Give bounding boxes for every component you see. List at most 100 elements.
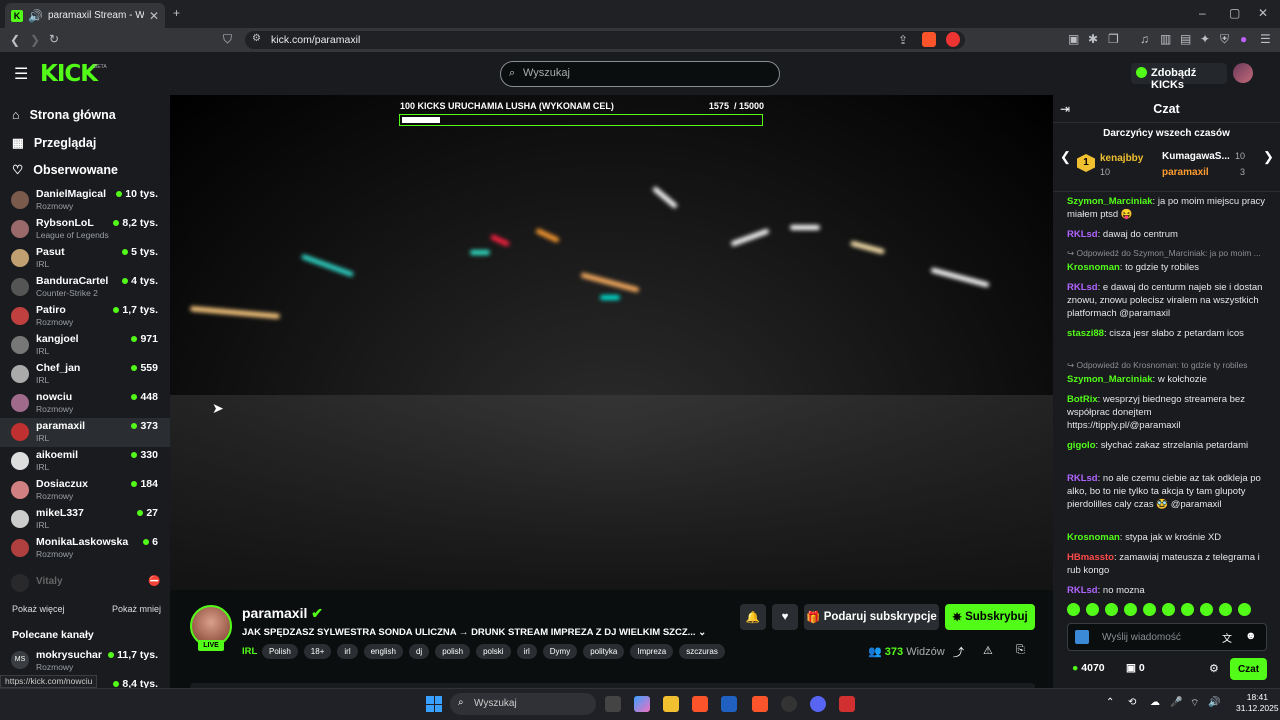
emote-icon[interactable] (1162, 603, 1175, 616)
vivaldi-icon[interactable] (839, 696, 855, 712)
chat-username[interactable]: RKLsd (1067, 282, 1098, 293)
recommended-avatar[interactable]: MS (11, 651, 29, 669)
emote-icon[interactable] (1124, 603, 1137, 616)
task-view-icon[interactable] (605, 696, 621, 712)
show-less-link[interactable]: Pokaż mniej (112, 604, 161, 614)
brave-rewards-icon[interactable] (946, 32, 960, 47)
nav-home[interactable]: ⌂ Strona główna (12, 108, 116, 122)
show-more-link[interactable]: Pokaż więcej (12, 604, 65, 614)
follow-button[interactable]: ♥ (772, 604, 798, 630)
browser-tab[interactable]: K 🔊 paramaxil Stream - Watch Liv ✕ (5, 3, 165, 28)
bookmark-icon[interactable]: ⛉ (223, 33, 232, 45)
chat-input[interactable]: Wyślij wiadomość (1067, 623, 1267, 651)
gifter-name[interactable]: paramaxil (1162, 167, 1209, 178)
chevron-left-icon[interactable]: ❮ (1060, 149, 1071, 165)
tray-network-icon[interactable]: ☁ (1150, 697, 1160, 708)
tray-wifi-icon[interactable]: ⌔ (1190, 697, 1199, 710)
tag[interactable]: szczuras (679, 644, 725, 659)
tag[interactable]: irl (337, 644, 358, 659)
file-explorer-icon[interactable] (663, 696, 679, 712)
sidebar-channel-rybsonlol[interactable]: RybsonLoL League of Legends 8,2 tys. (0, 215, 170, 244)
music-icon[interactable]: ♫ (1140, 33, 1149, 45)
chat-username[interactable]: RKLsd (1067, 585, 1098, 593)
minimize-icon[interactable]: – (1199, 7, 1206, 19)
share-icon[interactable]: ⇪ (898, 34, 908, 46)
close-window-icon[interactable]: ✕ (1258, 7, 1268, 19)
send-chat-button[interactable]: Czat (1230, 658, 1267, 680)
sidebar-channel-nowciu[interactable]: nowciu Rozmowy 448 (0, 389, 170, 418)
sidebar-channel-banduracartel[interactable]: BanduraCartel Counter-Strike 2 4 tys. (0, 273, 170, 302)
sidebar-icon[interactable]: ▥ (1160, 33, 1171, 45)
brave-shield-icon[interactable] (922, 32, 936, 47)
profile-icon[interactable]: ● (1240, 33, 1247, 45)
windows-start-icon[interactable] (426, 696, 442, 712)
search-input[interactable]: Wyszukaj (500, 61, 780, 87)
tag[interactable]: polish (435, 644, 471, 659)
tag[interactable]: polski (476, 644, 511, 659)
taskbar-clock[interactable]: 18:41 31.12.2025 (1236, 692, 1279, 714)
back-icon[interactable]: ❮ (10, 34, 20, 46)
stream-category[interactable]: IRL (242, 646, 257, 657)
tray-volume-icon[interactable]: 🔊 (1208, 697, 1220, 708)
brave-active-icon[interactable] (752, 696, 768, 712)
chevron-right-icon[interactable]: ❯ (1263, 149, 1274, 165)
report-icon[interactable]: ⚠ (983, 644, 993, 657)
emote-icon[interactable] (1067, 603, 1080, 616)
sidebar-channel-mikel337[interactable]: mikeL337 IRL 27 (0, 505, 170, 534)
chat-settings-icon[interactable]: ⚙ (1209, 662, 1219, 675)
wallet-icon[interactable]: ▤ (1180, 33, 1191, 45)
chat-username[interactable]: Krosnoman (1067, 262, 1120, 273)
nav-following[interactable]: ♡ Obserwowane (12, 162, 118, 178)
obs-icon[interactable] (781, 696, 797, 712)
new-tab-icon[interactable]: + (173, 7, 180, 19)
emote-icon[interactable] (1143, 603, 1156, 616)
chat-username[interactable]: staszi88 (1067, 328, 1104, 339)
chat-username[interactable]: Krosnoman (1067, 532, 1120, 543)
translate-icon[interactable]: 文 (1222, 630, 1232, 645)
emoji-icon[interactable]: ☻ (1245, 630, 1257, 642)
chat-identity-icon[interactable] (1075, 630, 1089, 644)
tag[interactable]: english (363, 644, 403, 659)
tray-app-icon[interactable]: ⟲ (1128, 697, 1136, 708)
chat-username[interactable]: gigolo (1067, 440, 1096, 451)
tray-mic-icon[interactable]: 🎤 (1170, 697, 1182, 708)
clip-icon[interactable]: ⎘ (1016, 644, 1025, 657)
emote-icon[interactable] (1086, 603, 1099, 616)
chat-username[interactable]: Szymon_Marciniak (1067, 374, 1153, 385)
copy-icon[interactable]: ❐ (1108, 33, 1119, 45)
hamburger-icon[interactable]: ☰ (14, 64, 28, 84)
share-icon[interactable]: ⤴ (953, 644, 964, 660)
offline-channel-avatar[interactable] (11, 574, 29, 592)
emote-icon[interactable] (1181, 603, 1194, 616)
copilot-icon[interactable] (634, 696, 650, 712)
sidebar-channel-patiro[interactable]: Patiro Rozmowy 1,7 tys. (0, 302, 170, 331)
tag[interactable]: irl (516, 644, 537, 659)
reload-icon[interactable]: ↻ (49, 33, 59, 45)
chat-username[interactable]: HBmassto (1067, 552, 1114, 563)
sidebar-channel-dosiaczux[interactable]: Dosiaczux Rozmowy 184 (0, 476, 170, 505)
address-bar[interactable]: kick.com/paramaxil (245, 31, 965, 49)
sidebar-channel-kangjoel[interactable]: kangjoel IRL 971 (0, 331, 170, 360)
taskbar-search[interactable]: Wyszukaj (450, 693, 596, 715)
tray-chevron-icon[interactable]: ⌃ (1106, 697, 1114, 708)
video-player[interactable] (170, 95, 1053, 590)
sidebar-channel-chef_jan[interactable]: Chef_jan IRL 559 (0, 360, 170, 389)
sidebar-channel-aikoemil[interactable]: aikoemil IRL 330 (0, 447, 170, 476)
discord-icon[interactable] (810, 696, 826, 712)
chat-username[interactable]: BotRix (1067, 394, 1098, 405)
sidebar-channel-pasut[interactable]: Pasut IRL 5 tys. (0, 244, 170, 273)
vpn-icon[interactable]: ⛨ (1220, 33, 1229, 45)
tag[interactable]: Polish (262, 644, 298, 659)
chat-username[interactable]: RKLsd (1067, 473, 1098, 484)
tag[interactable]: Dymy (542, 644, 578, 659)
tag[interactable]: Impreza (630, 644, 674, 659)
puzzle-icon[interactable]: ✱ (1088, 33, 1098, 45)
emote-icon[interactable] (1238, 603, 1251, 616)
tag[interactable]: 18+ (303, 644, 332, 659)
channel-name[interactable]: paramaxil ✔ (242, 605, 323, 622)
tab-close-icon[interactable]: ✕ (149, 10, 159, 22)
nav-browse[interactable]: ▦ Przeglądaj (12, 135, 96, 151)
brave-icon[interactable] (692, 696, 708, 712)
tag[interactable]: dj (408, 644, 430, 659)
tag[interactable]: polityka (583, 644, 625, 659)
